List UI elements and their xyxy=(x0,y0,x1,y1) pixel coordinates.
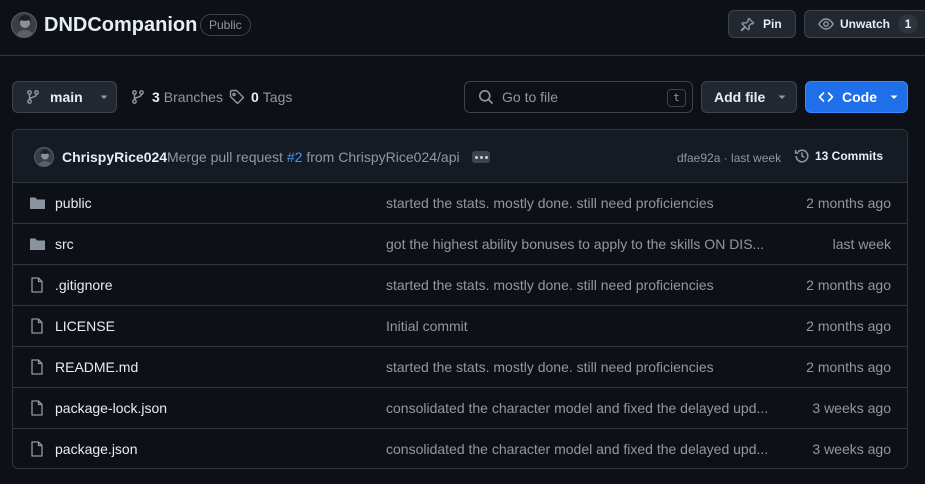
chevron-down-icon xyxy=(99,92,109,102)
commit-hash[interactable]: dfae92a · last week xyxy=(677,151,781,165)
commit-message[interactable]: Merge pull request #2 from ChrispyRice02… xyxy=(167,149,460,165)
eye-icon xyxy=(818,16,834,32)
file-name[interactable]: LICENSE xyxy=(55,318,115,334)
commits-link[interactable]: 13 Commits xyxy=(794,148,883,164)
watch-count: 1 xyxy=(898,15,919,33)
file-table: ChrispyRice024 Merge pull request #2 fro… xyxy=(12,129,908,469)
watch-button[interactable]: Unwatch 1 xyxy=(804,10,925,38)
file-commit-message[interactable]: started the stats. mostly done. still ne… xyxy=(386,277,770,293)
keyboard-shortcut-hint: t xyxy=(667,89,686,107)
tags-count: 0 xyxy=(251,89,259,105)
pin-icon xyxy=(740,17,755,32)
commit-author-avatar[interactable] xyxy=(34,147,54,167)
file-icon xyxy=(29,400,45,416)
branch-name: main xyxy=(50,89,83,105)
pin-label: Pin xyxy=(763,17,782,31)
search-icon xyxy=(478,89,494,105)
file-age: last week xyxy=(832,236,891,252)
file-age: 3 weeks ago xyxy=(812,441,891,457)
file-name[interactable]: .gitignore xyxy=(55,277,113,293)
git-branch-icon xyxy=(25,89,41,105)
file-name[interactable]: package.json xyxy=(55,441,138,457)
branches-label: Branches xyxy=(163,89,223,105)
branches-count: 3 xyxy=(152,89,160,105)
visibility-badge: Public xyxy=(200,14,251,36)
table-row[interactable]: src got the highest ability bonuses to a… xyxy=(13,224,907,265)
file-icon xyxy=(29,277,45,293)
add-file-button[interactable]: Add file xyxy=(701,81,797,113)
file-commit-message[interactable]: consolidated the character model and fix… xyxy=(386,441,770,457)
go-to-file-input[interactable]: Go to file t xyxy=(464,81,693,113)
table-row[interactable]: package.json consolidated the character … xyxy=(13,429,907,468)
branch-selector[interactable]: main xyxy=(12,81,117,113)
add-file-label: Add file xyxy=(714,89,766,105)
commit-message-prefix: Merge pull request xyxy=(167,149,283,165)
commit-author[interactable]: ChrispyRice024 xyxy=(62,149,167,165)
commit-message-suffix: from ChrispyRice024/api xyxy=(306,149,460,165)
expand-commit-button[interactable] xyxy=(472,151,490,163)
table-row[interactable]: package-lock.json consolidated the chara… xyxy=(13,388,907,429)
commits-count: 13 Commits xyxy=(815,149,884,163)
file-commit-message[interactable]: started the stats. mostly done. still ne… xyxy=(386,195,770,211)
tag-icon xyxy=(229,89,245,105)
table-row[interactable]: README.md started the stats. mostly done… xyxy=(13,347,907,388)
file-commit-message[interactable]: got the highest ability bonuses to apply… xyxy=(386,236,770,252)
file-commit-message[interactable]: consolidated the character model and fix… xyxy=(386,400,770,416)
table-row[interactable]: .gitignore started the stats. mostly don… xyxy=(13,265,907,306)
table-row[interactable]: LICENSE Initial commit 2 months ago xyxy=(13,306,907,347)
file-name[interactable]: src xyxy=(55,236,74,252)
latest-commit-bar: ChrispyRice024 Merge pull request #2 fro… xyxy=(13,130,907,183)
repo-name[interactable]: DNDCompanion xyxy=(44,12,197,38)
watch-label: Unwatch xyxy=(840,17,891,31)
file-age: 2 months ago xyxy=(806,277,891,293)
file-icon xyxy=(29,441,45,457)
branches-link[interactable]: 3 Branches xyxy=(130,81,223,113)
pin-button[interactable]: Pin xyxy=(728,10,796,38)
search-placeholder: Go to file xyxy=(502,89,559,105)
code-icon xyxy=(818,89,834,105)
file-age: 2 months ago xyxy=(806,195,891,211)
repo-header: DNDCompanion Public Pin Unwatch 1 xyxy=(0,0,925,56)
file-age: 2 months ago xyxy=(806,359,891,375)
table-row[interactable]: public started the stats. mostly done. s… xyxy=(13,183,907,224)
chevron-down-icon xyxy=(889,92,899,102)
folder-icon xyxy=(29,195,46,211)
file-name[interactable]: README.md xyxy=(55,359,138,375)
folder-icon xyxy=(29,236,46,252)
pull-request-link[interactable]: #2 xyxy=(287,149,303,165)
file-commit-message[interactable]: Initial commit xyxy=(386,318,770,334)
file-age: 3 weeks ago xyxy=(812,400,891,416)
file-name[interactable]: public xyxy=(55,195,92,211)
tags-link[interactable]: 0 Tags xyxy=(229,81,292,113)
history-icon xyxy=(794,148,810,164)
file-icon xyxy=(29,359,45,375)
tags-label: Tags xyxy=(262,89,293,105)
code-label: Code xyxy=(842,89,877,105)
file-icon xyxy=(29,318,45,334)
file-age: 2 months ago xyxy=(806,318,891,334)
chevron-down-icon xyxy=(777,92,787,102)
code-button[interactable]: Code xyxy=(805,81,908,113)
file-name[interactable]: package-lock.json xyxy=(55,400,167,416)
owner-avatar[interactable] xyxy=(11,12,37,38)
file-commit-message[interactable]: started the stats. mostly done. still ne… xyxy=(386,359,770,375)
git-branch-icon xyxy=(130,89,146,105)
